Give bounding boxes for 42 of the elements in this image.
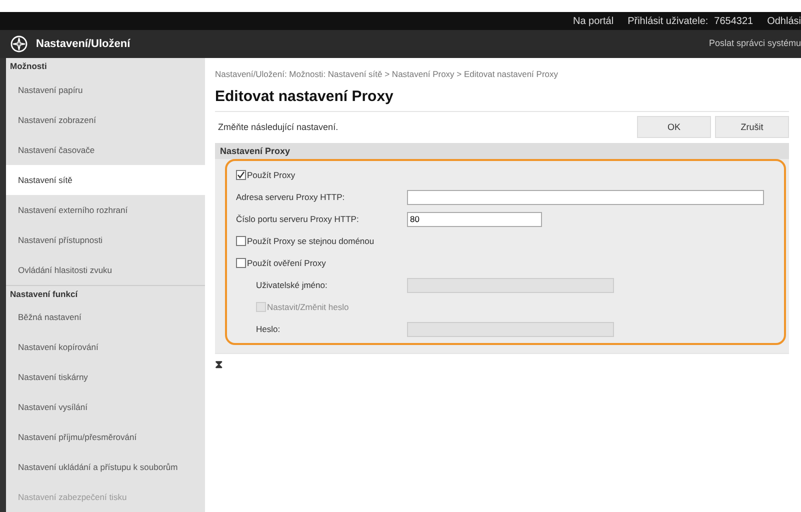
sidebar-item[interactable]: Nastavení ukládání a přístupu k souborům [6,452,205,482]
sidebar-item[interactable]: Nastavení zobrazení [6,105,205,135]
sidebar-item[interactable]: Nastavení vysílání [6,392,205,422]
field-label: Uživatelské jméno: [256,278,328,292]
page-title: Editovat nastavení Proxy [215,86,789,112]
action-button[interactable]: Zrušit [715,116,789,138]
checkbox-label: Nastavit/Změnit heslo [267,300,349,314]
sidebar-item[interactable]: Nastavení papíru [6,75,205,105]
sidebar-item[interactable]: Nastavení časovače [6,135,205,165]
settings-icon [10,35,28,53]
sidebar-heading: Nastavení funkcí [6,285,205,302]
admin-link[interactable]: Poslat správci systému [708,37,801,51]
sidebar-item[interactable]: Nastavení externího rozhraní [6,195,205,225]
top-bar-link[interactable]: Na portál [572,14,614,28]
back-to-top-link[interactable]: ⧗ [215,357,223,374]
sidebar-item[interactable]: Nastavení tiskárny [6,362,205,392]
sidebar-item[interactable]: Běžná nastavení [6,302,205,332]
top-bar-link[interactable]: Odhlási [767,14,801,28]
header-title: Nastavení/Uložení [36,36,130,52]
sidebar-item[interactable]: Nastavení přístupnosti [6,225,205,255]
field-label: Heslo: [256,322,282,336]
user-id[interactable]: 7654321 [714,14,754,28]
breadcrumb: Nastavení/Uložení: Možnosti: Nastavení sítě > Nastavení Proxy > Editovat nastavení Proxy [215,68,560,81]
checkbox[interactable] [236,170,246,180]
instruction-text: Změňte následující nastavení. [217,120,338,134]
checkbox-label: Použít ověření Proxy [247,256,326,270]
sidebar-item[interactable]: Ovládání hlasitosti zvuku [6,255,205,285]
checkbox[interactable] [236,236,246,246]
sidebar-item[interactable]: Nastavení příjmu/přesměrování [6,422,205,452]
input-field[interactable] [407,190,764,205]
field-label: Adresa serveru Proxy HTTP: [236,190,346,204]
sidebar-item[interactable]: Nastavení sítě [6,165,205,195]
field-label: Číslo portu serveru Proxy HTTP: [236,212,360,226]
user-label[interactable]: Přihlásit uživatele: [628,14,708,28]
sidebar-heading: Možnosti [9,60,48,74]
checkbox[interactable] [236,258,246,268]
checkbox-label: Použít Proxy se stejnou doménou [247,234,374,248]
section-header: Nastavení Proxy [215,143,789,160]
input-field[interactable]: 80 [407,212,542,227]
action-button[interactable]: OK [637,116,711,138]
checkbox-label: Použít Proxy [247,168,296,182]
sidebar-item[interactable]: Nastavení kopírování [6,332,205,362]
